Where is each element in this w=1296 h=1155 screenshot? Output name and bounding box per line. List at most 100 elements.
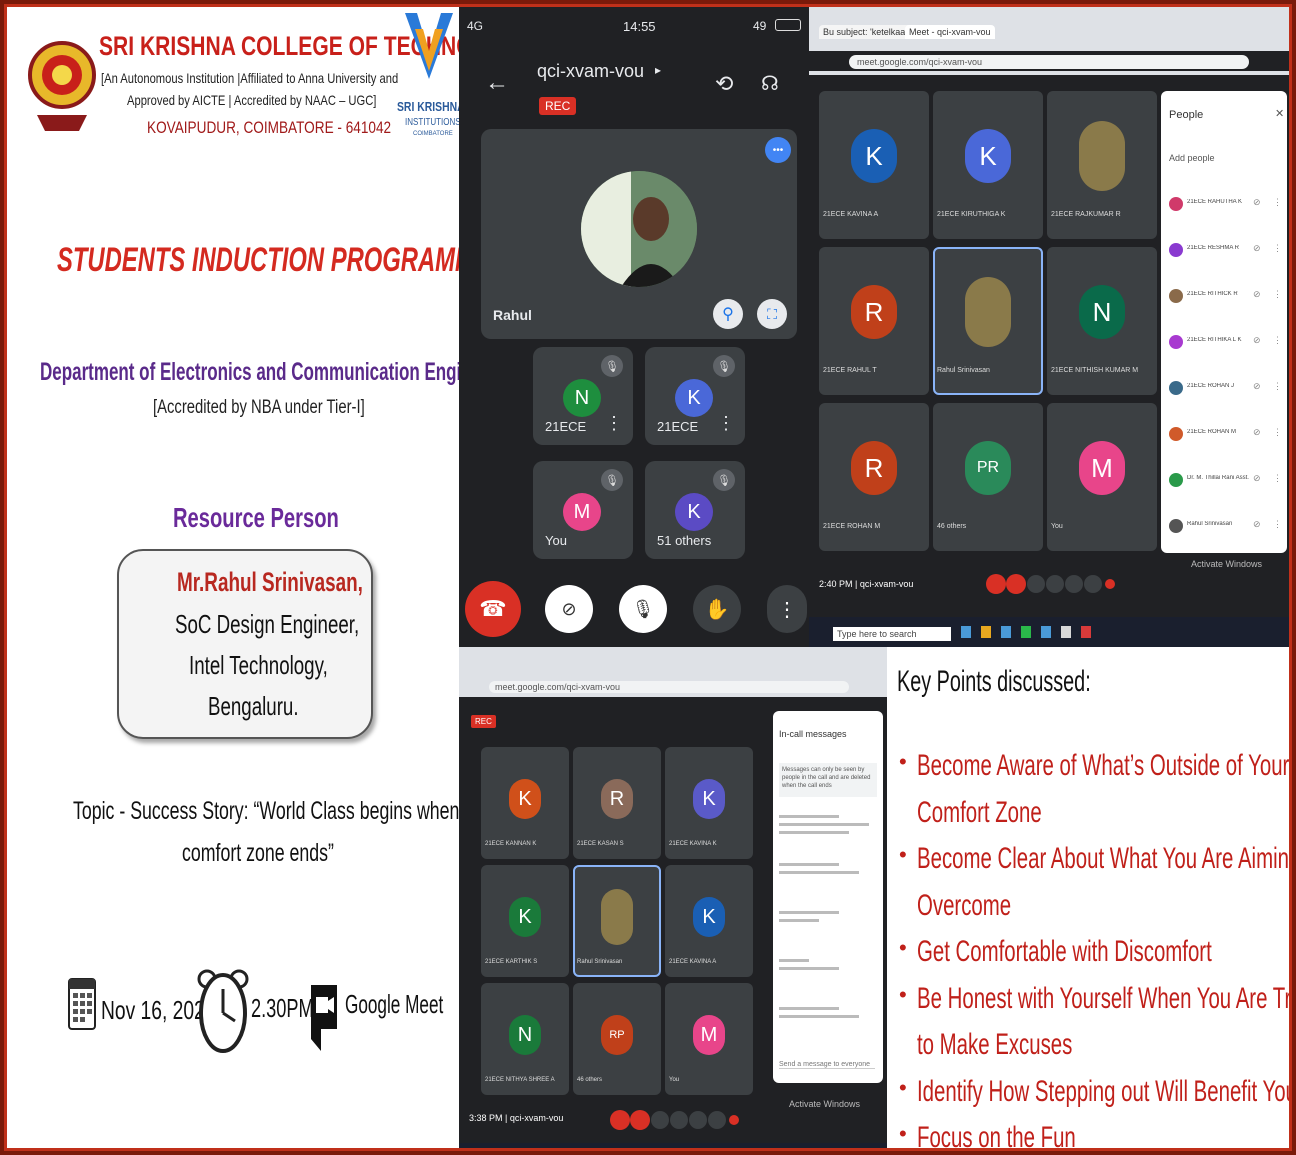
participant-label: 21ECE KASAN S: [577, 841, 624, 847]
recording-badge-2: REC: [471, 715, 496, 728]
person-name: 21ECE ROHAN M: [1187, 429, 1237, 435]
fullscreen-icon[interactable]: ⛶: [757, 299, 787, 329]
topic-line-2: comfort zone ends”: [182, 839, 334, 867]
more-icon[interactable]: ⋮: [1273, 289, 1282, 300]
more-icon[interactable]: ⋮: [605, 413, 623, 434]
more-icon[interactable]: ⋮: [1273, 519, 1282, 530]
bullet-icon: •: [899, 935, 907, 960]
participant-avatar: M: [1079, 441, 1125, 495]
browser-tab-2[interactable]: Meet - qci-xvam-vou: [905, 25, 995, 39]
participant-photo: [601, 889, 633, 945]
key-point-item: Be Honest with Yourself When You Are Try…: [917, 981, 1292, 1015]
raise-hand-button[interactable]: ✋: [693, 585, 741, 633]
audio-output-icon[interactable]: ☊: [761, 71, 779, 96]
address-bar-2[interactable]: meet.google.com/qci-xvam-vou: [489, 681, 849, 693]
participant-avatar: K: [693, 897, 725, 937]
logo-text-2: INSTITUTIONS: [405, 117, 461, 128]
participant-label: 21ECE NITHYA SHREE A: [485, 1077, 555, 1083]
mic-muted-icon: ⊘: [1253, 381, 1261, 391]
key-point-item: to Make Excuses: [917, 1028, 1073, 1061]
mic-muted-icon: 🎙: [601, 469, 623, 491]
participant-label: You: [1051, 523, 1063, 530]
participant-avatar: K: [509, 897, 541, 937]
participant-avatar: N: [1079, 285, 1125, 339]
resource-person-heading: Resource Person: [173, 502, 339, 533]
more-icon[interactable]: ⋮: [1273, 335, 1282, 346]
participant-label: 21ECE KAVINA K: [669, 841, 717, 847]
person-name: 21ECE RAHUTHA K: [1187, 199, 1243, 205]
key-point-item: Comfort Zone: [917, 795, 1042, 829]
college-approval: Approved by AICTE | Accredited by NAAC –…: [127, 92, 377, 108]
bullet-icon: •: [899, 1074, 907, 1100]
bullet-icon: •: [899, 1121, 907, 1146]
windows-taskbar-2: [459, 1143, 887, 1148]
participant-label: 21ECE RAHUL T: [823, 367, 877, 374]
chat-input[interactable]: Send a message to everyone: [779, 1061, 875, 1069]
event-platform: Google Meet: [345, 989, 444, 1019]
meeting-controls: [985, 571, 1115, 597]
close-icon[interactable]: ✕: [1275, 107, 1284, 120]
participant-label: 21ECE KIRUTHIGA K: [937, 211, 1006, 218]
taskbar-app-icons: [959, 623, 1129, 641]
key-point-item: Overcome: [917, 888, 1012, 922]
chat-note: Messages can only be seen by people in t…: [779, 763, 877, 797]
pin-icon[interactable]: ⚲: [713, 299, 743, 329]
taskbar-search[interactable]: Type here to search: [833, 627, 951, 641]
participant-photo: [965, 277, 1011, 347]
key-point-item: Get Comfortable with Discomfort: [917, 935, 1212, 968]
department-name: Department of Electronics and Communicat…: [40, 358, 523, 386]
participant-avatar: RP: [601, 1015, 633, 1055]
participant-avatar: M: [563, 493, 601, 531]
more-icon[interactable]: ⋮: [1273, 243, 1282, 254]
key-points-title: Key Points discussed:: [897, 665, 1091, 698]
address-bar[interactable]: meet.google.com/qci-xvam-vou: [849, 55, 1249, 69]
person-avatar: [1169, 473, 1183, 487]
back-arrow-icon[interactable]: ←: [485, 69, 509, 97]
mic-off-button[interactable]: 🎙: [619, 585, 667, 633]
person-name: 21ECE RITHIKA L K: [1187, 337, 1242, 343]
person-name: 21ECE RITHICK R: [1187, 291, 1238, 297]
activate-windows-watermark: Activate Windows: [1191, 559, 1263, 569]
add-people-button[interactable]: Add people: [1169, 153, 1215, 163]
more-icon[interactable]: ⋮: [1273, 427, 1282, 438]
more-icon[interactable]: ⋮: [717, 413, 735, 434]
switch-camera-icon[interactable]: ⟲: [715, 71, 733, 97]
accreditation-note: [Accredited by NBA under Tier-I]: [153, 397, 365, 418]
phone-meet-screenshot: 4G 14:55 49 ← qci-xvam-vou ▸ REC ⟲ ☊ •••…: [459, 7, 809, 647]
chevron-right-icon[interactable]: ▸: [655, 63, 661, 77]
more-options-button[interactable]: ⋮: [767, 585, 807, 633]
meet2-time-code: 3:38 PM | qci-xvam-vou: [469, 1113, 564, 1123]
participant-avatar: R: [851, 441, 897, 495]
meet-chat-screenshot: meet.google.com/qci-xvam-vou REC K 21ECE …: [459, 647, 887, 1148]
meeting-code[interactable]: qci-xvam-vou: [537, 61, 644, 82]
institutions-logo-icon: [401, 9, 457, 99]
college-affiliation: [An Autonomous Institution |Affiliated t…: [101, 70, 399, 86]
presenter-name: Rahul: [493, 307, 532, 323]
person-name: Dr. M. Thillai Rani Asst. Pro...: [1187, 475, 1249, 481]
more-icon[interactable]: ⋮: [1273, 197, 1282, 208]
person-avatar: [1169, 427, 1183, 441]
college-address: KOVAIPUDUR, COIMBATORE - 641042: [147, 118, 392, 137]
more-icon[interactable]: ⋮: [1273, 381, 1282, 392]
key-point-item: Focus on the Fun: [917, 1121, 1076, 1151]
chat-panel-title: In-call messages: [779, 729, 847, 739]
mic-muted-icon: ⊘: [1253, 289, 1261, 299]
logo-text-3: COIMBATORE: [413, 131, 453, 137]
more-icon[interactable]: ⋮: [1273, 473, 1282, 484]
participant-label: 46 others: [577, 1077, 603, 1083]
activate-windows-watermark-2: Activate Windows: [789, 1099, 861, 1109]
person-avatar: [1169, 381, 1183, 395]
meeting-time-code: 2:40 PM | qci-xvam-vou: [819, 579, 914, 589]
participant-label: You: [545, 533, 567, 548]
participant-label: 21ECE KAVINA A: [669, 959, 717, 965]
key-points-panel: Key Points discussed: • Become Aware of W…: [887, 647, 1292, 1151]
end-call-button[interactable]: ☎: [465, 581, 521, 637]
participant-label: 46 others: [937, 523, 967, 530]
logo-text-1: SRI KRISHNA: [397, 99, 465, 114]
camera-off-button[interactable]: ⊘: [545, 585, 593, 633]
key-point-item: Become Clear About What You Are Aiming t…: [917, 842, 1292, 875]
participant-avatar: K: [693, 779, 725, 819]
mic-muted-icon: ⊘: [1253, 427, 1261, 437]
bullet-icon: •: [899, 749, 907, 774]
battery-icon: [775, 19, 801, 31]
